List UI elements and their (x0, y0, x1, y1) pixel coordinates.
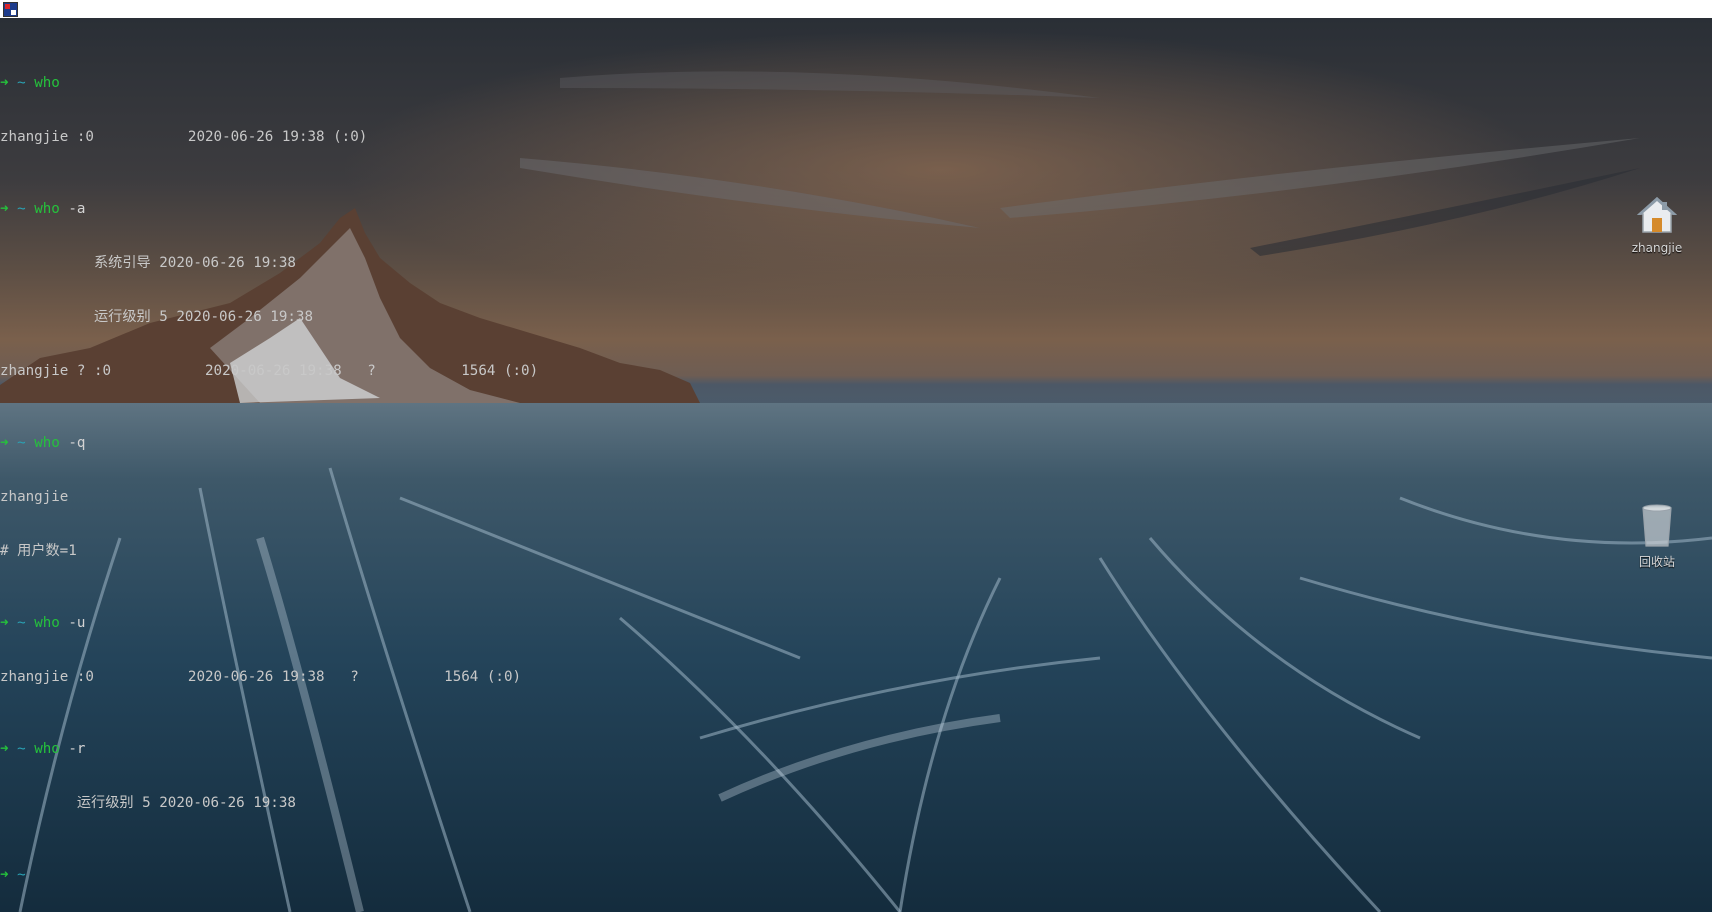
app-icon[interactable] (3, 2, 18, 17)
command-name: who (34, 201, 60, 217)
command-args: -a (68, 201, 86, 217)
output-line: zhangjie (0, 489, 69, 505)
terminal-output: ➜ ~ who zhangjie :0 2020-06-26 19:38 (:0… (0, 20, 700, 902)
command-args: -q (68, 435, 86, 451)
desktop-icon-trash-label: 回收站 (1638, 555, 1675, 569)
command-name: who (34, 75, 60, 91)
prompt-arrow-icon: ➜ (0, 867, 9, 883)
output-line: zhangjie :0 2020-06-26 19:38 (:0) (0, 129, 368, 145)
trash-icon (1642, 504, 1672, 547)
prompt-directory: ~ (17, 75, 26, 91)
command-name: who (34, 615, 60, 631)
prompt-line: ➜ ~ who -q (0, 434, 700, 452)
prompt-line: ➜ ~ who -u (0, 614, 700, 632)
prompt-arrow-icon: ➜ (0, 201, 9, 217)
prompt-line: ➜ ~ who (0, 74, 700, 92)
top-bar (0, 0, 1712, 19)
prompt-directory: ~ (17, 435, 26, 451)
output-line: 系统引导 2020-06-26 19:38 (0, 255, 296, 271)
prompt-line: ➜ ~ who -a (0, 200, 700, 218)
command-name: who (34, 435, 60, 451)
prompt-directory: ~ (17, 867, 26, 883)
prompt-directory: ~ (17, 615, 26, 631)
desktop-icon-home-label: zhangjie (1631, 241, 1683, 255)
output-line: zhangjie :0 2020-06-26 19:38 ? 1564 (:0) (0, 669, 522, 685)
prompt-arrow-icon: ➜ (0, 75, 9, 91)
output-line: zhangjie ? :0 2020-06-26 19:38 ? 1564 (:… (0, 363, 539, 379)
output-line: # 用户数=1 (0, 543, 77, 559)
output-line: 运行级别 5 2020-06-26 19:38 (0, 795, 296, 811)
prompt-line-current[interactable]: ➜ ~ (0, 866, 700, 884)
desktop-icon-home[interactable]: zhangjie (1617, 192, 1697, 255)
prompt-directory: ~ (17, 201, 26, 217)
prompt-arrow-icon: ➜ (0, 615, 9, 631)
command-name: who (34, 741, 60, 757)
prompt-directory: ~ (17, 741, 26, 757)
command-args: -r (68, 741, 86, 757)
prompt-arrow-icon: ➜ (0, 435, 9, 451)
output-line: 运行级别 5 2020-06-26 19:38 (0, 309, 313, 325)
command-args: -u (68, 615, 86, 631)
prompt-line: ➜ ~ who -r (0, 740, 700, 758)
desktop-icon-trash[interactable]: 回收站 (1617, 502, 1697, 570)
prompt-arrow-icon: ➜ (0, 741, 9, 757)
home-folder-icon (1637, 196, 1677, 233)
